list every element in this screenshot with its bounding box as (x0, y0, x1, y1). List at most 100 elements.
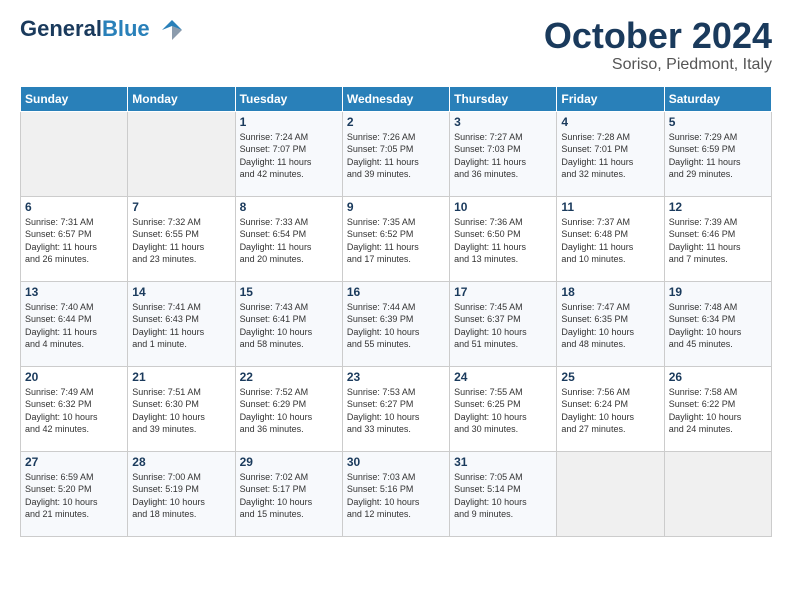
weekday-header: Saturday (664, 86, 771, 111)
day-content: Sunrise: 7:37 AM Sunset: 6:48 PM Dayligh… (561, 216, 659, 266)
day-number: 4 (561, 115, 659, 129)
calendar-cell (664, 451, 771, 536)
title-block: October 2024 Soriso, Piedmont, Italy (544, 16, 772, 74)
day-number: 22 (240, 370, 338, 384)
day-content: Sunrise: 7:58 AM Sunset: 6:22 PM Dayligh… (669, 386, 767, 436)
calendar-cell: 24 Sunrise: 7:55 AM Sunset: 6:25 PM Dayli… (450, 366, 557, 451)
calendar-cell: 17Sunrise: 7:45 AM Sunset: 6:37 PM Dayli… (450, 281, 557, 366)
weekday-header: Wednesday (342, 86, 449, 111)
calendar-week-row: 27 Sunrise: 6:59 AM Sunset: 5:20 PM Dayli… (21, 451, 772, 536)
day-content: Sunrise: 7:00 AM Sunset: 5:19 PM Dayligh… (132, 471, 230, 521)
calendar-cell: 22 Sunrise: 7:52 AM Sunset: 6:29 PM Dayli… (235, 366, 342, 451)
calendar-cell: 23 Sunrise: 7:53 AM Sunset: 6:27 PM Dayli… (342, 366, 449, 451)
page: GeneralBlue October 2024 Soriso, Piedmon… (0, 0, 792, 547)
calendar-cell: 27 Sunrise: 6:59 AM Sunset: 5:20 PM Dayli… (21, 451, 128, 536)
weekday-header: Sunday (21, 86, 128, 111)
day-number: 16 (347, 285, 445, 299)
calendar-cell: 18 Sunrise: 7:47 AM Sunset: 6:35 PM Dayli… (557, 281, 664, 366)
day-content: Sunrise: 7:51 AM Sunset: 6:30 PM Dayligh… (132, 386, 230, 436)
day-number: 11 (561, 200, 659, 214)
day-content: Sunrise: 7:40 AM Sunset: 6:44 PM Dayligh… (25, 301, 123, 351)
calendar-week-row: 20 Sunrise: 7:49 AM Sunset: 6:32 PM Dayli… (21, 366, 772, 451)
calendar-cell (21, 111, 128, 196)
day-number: 3 (454, 115, 552, 129)
day-content: Sunrise: 7:24 AM Sunset: 7:07 PM Dayligh… (240, 131, 338, 181)
weekday-header: Thursday (450, 86, 557, 111)
month-title: October 2024 (544, 16, 772, 56)
day-number: 18 (561, 285, 659, 299)
day-number: 27 (25, 455, 123, 469)
day-content: Sunrise: 6:59 AM Sunset: 5:20 PM Dayligh… (25, 471, 123, 521)
day-content: Sunrise: 7:45 AM Sunset: 6:37 PM Dayligh… (454, 301, 552, 351)
calendar-header-row: SundayMondayTuesdayWednesdayThursdayFrid… (21, 86, 772, 111)
calendar-week-row: 1Sunrise: 7:24 AM Sunset: 7:07 PM Daylig… (21, 111, 772, 196)
calendar-cell: 9 Sunrise: 7:35 AM Sunset: 6:52 PM Daylig… (342, 196, 449, 281)
day-content: Sunrise: 7:53 AM Sunset: 6:27 PM Dayligh… (347, 386, 445, 436)
header: GeneralBlue October 2024 Soriso, Piedmon… (20, 16, 772, 74)
day-number: 29 (240, 455, 338, 469)
day-content: Sunrise: 7:47 AM Sunset: 6:35 PM Dayligh… (561, 301, 659, 351)
day-content: Sunrise: 7:56 AM Sunset: 6:24 PM Dayligh… (561, 386, 659, 436)
day-number: 13 (25, 285, 123, 299)
day-number: 23 (347, 370, 445, 384)
calendar-cell: 20 Sunrise: 7:49 AM Sunset: 6:32 PM Dayli… (21, 366, 128, 451)
day-number: 25 (561, 370, 659, 384)
calendar-cell: 12 Sunrise: 7:39 AM Sunset: 6:46 PM Dayli… (664, 196, 771, 281)
day-number: 19 (669, 285, 767, 299)
day-content: Sunrise: 7:29 AM Sunset: 6:59 PM Dayligh… (669, 131, 767, 181)
calendar-cell: 21 Sunrise: 7:51 AM Sunset: 6:30 PM Dayli… (128, 366, 235, 451)
day-content: Sunrise: 7:02 AM Sunset: 5:17 PM Dayligh… (240, 471, 338, 521)
day-number: 7 (132, 200, 230, 214)
day-content: Sunrise: 7:41 AM Sunset: 6:43 PM Dayligh… (132, 301, 230, 351)
day-number: 21 (132, 370, 230, 384)
day-number: 28 (132, 455, 230, 469)
day-number: 2 (347, 115, 445, 129)
day-content: Sunrise: 7:32 AM Sunset: 6:55 PM Dayligh… (132, 216, 230, 266)
day-number: 9 (347, 200, 445, 214)
calendar-cell (557, 451, 664, 536)
day-content: Sunrise: 7:55 AM Sunset: 6:25 PM Dayligh… (454, 386, 552, 436)
weekday-header: Tuesday (235, 86, 342, 111)
day-number: 12 (669, 200, 767, 214)
day-number: 31 (454, 455, 552, 469)
day-content: Sunrise: 7:35 AM Sunset: 6:52 PM Dayligh… (347, 216, 445, 266)
calendar-cell: 8Sunrise: 7:33 AM Sunset: 6:54 PM Daylig… (235, 196, 342, 281)
calendar-cell: 28 Sunrise: 7:00 AM Sunset: 5:19 PM Dayli… (128, 451, 235, 536)
day-content: Sunrise: 7:52 AM Sunset: 6:29 PM Dayligh… (240, 386, 338, 436)
day-number: 20 (25, 370, 123, 384)
calendar-table: SundayMondayTuesdayWednesdayThursdayFrid… (20, 86, 772, 537)
day-content: Sunrise: 7:36 AM Sunset: 6:50 PM Dayligh… (454, 216, 552, 266)
day-content: Sunrise: 7:48 AM Sunset: 6:34 PM Dayligh… (669, 301, 767, 351)
calendar-cell: 14Sunrise: 7:41 AM Sunset: 6:43 PM Dayli… (128, 281, 235, 366)
calendar-cell: 4 Sunrise: 7:28 AM Sunset: 7:01 PM Daylig… (557, 111, 664, 196)
day-content: Sunrise: 7:39 AM Sunset: 6:46 PM Dayligh… (669, 216, 767, 266)
day-content: Sunrise: 7:03 AM Sunset: 5:16 PM Dayligh… (347, 471, 445, 521)
calendar-cell: 29 Sunrise: 7:02 AM Sunset: 5:17 PM Dayli… (235, 451, 342, 536)
day-number: 30 (347, 455, 445, 469)
calendar-week-row: 13 Sunrise: 7:40 AM Sunset: 6:44 PM Dayli… (21, 281, 772, 366)
calendar-cell: 10Sunrise: 7:36 AM Sunset: 6:50 PM Dayli… (450, 196, 557, 281)
day-number: 24 (454, 370, 552, 384)
calendar-cell: 19 Sunrise: 7:48 AM Sunset: 6:34 PM Dayli… (664, 281, 771, 366)
calendar-week-row: 6Sunrise: 7:31 AM Sunset: 6:57 PM Daylig… (21, 196, 772, 281)
day-content: Sunrise: 7:49 AM Sunset: 6:32 PM Dayligh… (25, 386, 123, 436)
day-number: 15 (240, 285, 338, 299)
weekday-header: Friday (557, 86, 664, 111)
day-content: Sunrise: 7:28 AM Sunset: 7:01 PM Dayligh… (561, 131, 659, 181)
calendar-cell: 31 Sunrise: 7:05 AM Sunset: 5:14 PM Dayli… (450, 451, 557, 536)
calendar-cell: 5Sunrise: 7:29 AM Sunset: 6:59 PM Daylig… (664, 111, 771, 196)
calendar-cell: 3Sunrise: 7:27 AM Sunset: 7:03 PM Daylig… (450, 111, 557, 196)
calendar-cell: 15Sunrise: 7:43 AM Sunset: 6:41 PM Dayli… (235, 281, 342, 366)
calendar-cell: 25 Sunrise: 7:56 AM Sunset: 6:24 PM Dayli… (557, 366, 664, 451)
calendar-cell: 16Sunrise: 7:44 AM Sunset: 6:39 PM Dayli… (342, 281, 449, 366)
day-number: 6 (25, 200, 123, 214)
day-number: 26 (669, 370, 767, 384)
day-content: Sunrise: 7:05 AM Sunset: 5:14 PM Dayligh… (454, 471, 552, 521)
day-content: Sunrise: 7:26 AM Sunset: 7:05 PM Dayligh… (347, 131, 445, 181)
calendar-cell: 2 Sunrise: 7:26 AM Sunset: 7:05 PM Daylig… (342, 111, 449, 196)
calendar-cell: 7 Sunrise: 7:32 AM Sunset: 6:55 PM Daylig… (128, 196, 235, 281)
weekday-header: Monday (128, 86, 235, 111)
calendar-cell: 30 Sunrise: 7:03 AM Sunset: 5:16 PM Dayli… (342, 451, 449, 536)
location-title: Soriso, Piedmont, Italy (544, 56, 772, 74)
day-number: 8 (240, 200, 338, 214)
